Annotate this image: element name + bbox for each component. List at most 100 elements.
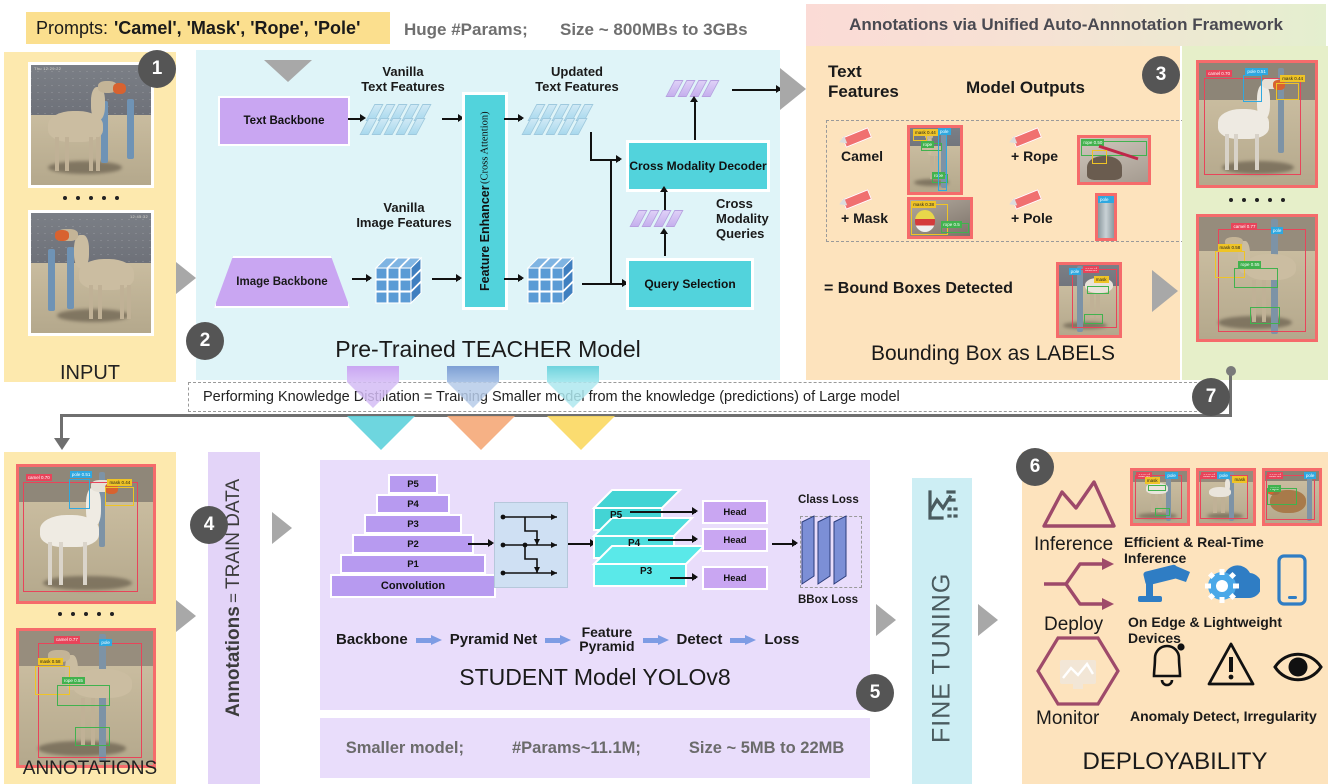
detect-head-3: Head	[702, 566, 768, 590]
student-title: STUDENT Model YOLOv8	[459, 664, 731, 690]
feature-pyramid-p4: P4	[628, 538, 641, 549]
step-badge-3: 3	[1142, 56, 1180, 94]
inference-label: Inference	[1034, 534, 1114, 555]
bell-icon	[1146, 640, 1188, 690]
vanilla-text-features-label: Vanilla Text Features	[361, 64, 445, 94]
arrow-p5-head	[630, 511, 696, 513]
detect-head-1: Head	[702, 500, 768, 524]
monitor-desc: Anomaly Detect, Irregularity	[1130, 708, 1317, 724]
arrow-decoder-up	[694, 100, 696, 140]
pencil-icon	[837, 127, 873, 148]
step-badge-7: 7	[1192, 378, 1230, 416]
deploy-thumb-3: camel rope pole	[1262, 468, 1322, 526]
train-data-rest: TRAIN DATA	[223, 478, 244, 589]
chevron-traindata-to-student	[272, 512, 292, 544]
vanilla-text-tokens-icon	[359, 102, 442, 136]
loss-slabs	[798, 514, 868, 590]
annotation-label-mask: + Mask	[841, 210, 889, 226]
pencil-icon-2	[1007, 127, 1043, 148]
input-image-1: Thu 12:29:22	[28, 62, 154, 188]
updated-text-features-label: Updated Text Features	[535, 64, 619, 94]
arrowhead-23	[692, 535, 698, 543]
pyramid-p3: P3	[364, 514, 462, 534]
flow-arrow-1-icon	[415, 634, 442, 645]
huge-params-note: Huge #Params;	[404, 20, 528, 39]
arrowhead-5	[518, 114, 524, 122]
deploy-thumb-2: camel pole mask	[1196, 468, 1256, 526]
funnel-4	[347, 416, 415, 450]
student-footer-size: Size ~ 5MB to 22MB	[688, 738, 845, 757]
annotation-output-rope: rope 0.50	[1077, 135, 1151, 185]
eye-icon	[1272, 648, 1324, 686]
arrowhead-9	[660, 186, 668, 192]
annotations-image-2: camel 0.77 mask 0.58 rope 0.55 pole	[16, 628, 156, 768]
pencil-icon-4	[1007, 189, 1043, 210]
monitor-label: Monitor	[1036, 708, 1100, 729]
flow-pyramid-net: Pyramid Net	[449, 630, 538, 648]
annotation-row-camel: Camel	[837, 127, 883, 164]
flow-detect: Detect	[676, 630, 723, 648]
enhanced-image-cube-icon	[524, 248, 582, 306]
step-badge-4: 4	[190, 506, 228, 544]
arrowhead-7	[616, 155, 622, 163]
flow-arrow-3-icon	[642, 634, 669, 645]
text-backbone-box: Text Backbone	[218, 96, 350, 146]
deploy-label: Deploy	[1044, 614, 1104, 635]
cross-modality-queries-label: Cross Modality Queries	[716, 196, 769, 241]
class-loss-label: Class Loss	[798, 494, 859, 506]
route-down-to-query	[610, 159, 612, 284]
pyramid-net-block	[494, 502, 568, 588]
chevron-teacher-to-annotation	[780, 68, 806, 110]
funnel-6	[547, 416, 615, 450]
branch-arrow-icon	[1040, 556, 1118, 612]
model-size-note: Size ~ 800MBs to 3GBs	[560, 20, 748, 39]
arrowhead-25	[792, 539, 798, 547]
connector-down-left	[60, 414, 63, 440]
annotation-output-camel: mask 0.44 rope rope pole	[907, 125, 963, 195]
decoder-output-tokens-icon	[665, 78, 734, 100]
funnel-top-2	[447, 366, 499, 382]
route-cube-to-query	[582, 283, 626, 285]
annotated-image-2: camel 0.77 mask 0.58 rope 0.55 pole	[1196, 214, 1318, 342]
feature-pyramid-block: P5 P4 P3	[588, 486, 708, 596]
pyramid-convolution: Convolution	[330, 574, 496, 598]
arrow-queries-up2	[664, 232, 666, 256]
deployability-caption: DEPLOYABILITY	[1082, 748, 1268, 775]
annotations-caption: ANNOTATIONS	[22, 758, 158, 779]
annotation-row-rope: + Rope	[1007, 127, 1058, 164]
input-caption: INPUT	[60, 362, 120, 384]
text-features-column-label: Text Features	[828, 62, 899, 101]
arrow-decoder-to-annotation	[732, 89, 780, 91]
chevron-prompts-to-text-backbone	[264, 60, 312, 82]
prompts-bar: Prompts: 'Camel', 'Mask', 'Rope', 'Pole'	[26, 12, 390, 44]
step-badge-6: 6	[1016, 448, 1054, 486]
chevron-input-to-teacher	[176, 262, 196, 294]
arrowhead-4	[456, 274, 462, 282]
teacher-title: Pre-Trained TEACHER Model	[335, 336, 641, 362]
annotation-output-mask: mask 0.38 rope 0.5	[907, 197, 973, 239]
cross-modality-queries-icon	[629, 208, 698, 230]
flow-arrow-4-icon	[730, 634, 757, 645]
funnel-top-3	[547, 366, 599, 382]
connector-dot	[1226, 366, 1236, 376]
annotation-header: Annotations via Unified Auto-Annnotation…	[806, 4, 1326, 46]
hexagon-monitor-icon	[1032, 634, 1124, 708]
cloud-gear-icon	[1204, 556, 1262, 606]
annotated-image-1: camel 0.70 pole 0.51 mask 0.44	[1196, 60, 1318, 188]
bound-boxes-thumbnail: camel mask pole	[1056, 262, 1122, 338]
flow-loss: Loss	[764, 630, 800, 648]
cctv-camera-icon	[1136, 558, 1194, 606]
prompts-values: 'Camel', 'Mask', 'Rope', 'Pole'	[114, 17, 361, 38]
deploy-thumb-1: camel mask pole	[1130, 468, 1190, 526]
feature-pyramid-p5: P5	[610, 510, 623, 521]
cross-modality-decoder-box: Cross Modality Decoder	[626, 140, 770, 192]
annotations-image-1: camel 0.70 pole 0.51 mask 0.44	[16, 464, 156, 604]
chevron-annotation-to-images	[1152, 270, 1178, 312]
chevron-annotations-to-traindata	[176, 600, 196, 632]
pyramid-p1: P1	[340, 554, 486, 574]
input-image-2: 12:45:32	[28, 210, 154, 336]
detect-head-2: Head	[702, 528, 768, 552]
connector-hline	[60, 414, 1232, 417]
train-data-equals: =	[224, 592, 243, 603]
flow-feature-pyramid: Feature Pyramid	[579, 624, 635, 654]
